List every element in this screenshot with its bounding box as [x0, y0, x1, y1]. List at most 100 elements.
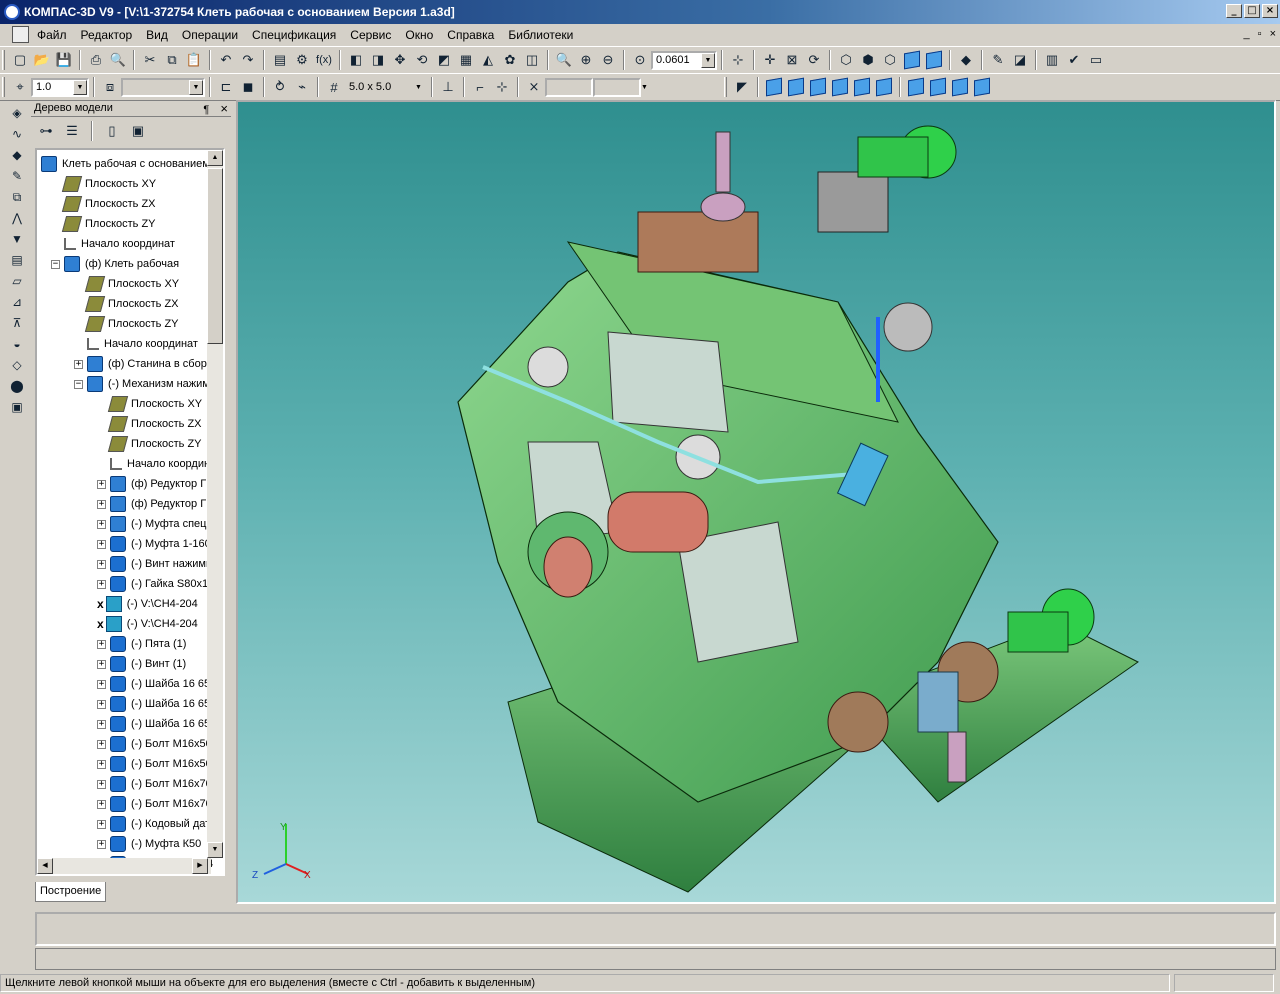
tree-node[interactable]: + (ф) Редуктор ГБ	[97, 474, 213, 494]
properties-panel[interactable]	[35, 912, 1276, 946]
mass-properties-icon[interactable]: ▭	[1086, 50, 1106, 70]
tree-node[interactable]: + (-) Муфта 1-1600	[97, 534, 217, 554]
sheet-metal-icon[interactable]: ▱	[8, 272, 26, 290]
rotate-view-icon[interactable]: ⟳	[804, 50, 824, 70]
tree-node[interactable]: Клеть рабочая с основанием	[41, 154, 210, 174]
component-menu-icon[interactable]: ◫	[522, 50, 542, 70]
zoom-scale-icon[interactable]: ⊙	[630, 50, 650, 70]
specification-icon[interactable]: ▤	[8, 251, 26, 269]
add-component-icon[interactable]: ◧	[346, 50, 366, 70]
chevron-down-icon[interactable]: ▼	[415, 84, 427, 91]
view-dimetric-icon[interactable]	[928, 77, 948, 97]
tree-node[interactable]: + (-) Болт М16х50	[97, 754, 212, 774]
tree-node[interactable]: + (-) Шайба 16 65Г	[97, 674, 216, 694]
document-icon[interactable]	[12, 26, 29, 43]
view-bottom-icon[interactable]	[830, 77, 850, 97]
collapse-icon[interactable]: −	[74, 379, 83, 389]
expand-icon[interactable]: +	[97, 539, 106, 549]
tree-split-icon[interactable]: ▣	[128, 121, 148, 141]
zoom-scale-combo[interactable]: 0.0601 ▼	[651, 50, 717, 70]
new-file-icon[interactable]: ▢	[10, 50, 30, 70]
expand-icon[interactable]: +	[97, 759, 106, 769]
tree-node[interactable]: Начало координат	[74, 334, 198, 354]
expand-icon[interactable]: +	[74, 359, 83, 369]
view-left-icon[interactable]	[852, 77, 872, 97]
coord-x-field[interactable]	[545, 77, 593, 97]
expand-icon[interactable]: +	[97, 819, 106, 829]
grid-icon[interactable]: #	[324, 77, 344, 97]
tree-node[interactable]: Начало координат	[97, 454, 221, 474]
tree-node[interactable]: − (ф) Клеть рабочая	[51, 254, 179, 274]
save-icon[interactable]: 💾	[54, 50, 74, 70]
panel-header[interactable]: Дерево модели ¶ ×	[31, 100, 231, 117]
model-tree[interactable]: +(-) Кожух 100-14+(-) Муфта К50+(-) Кодо…	[35, 148, 225, 876]
print-icon[interactable]: ⎙	[86, 50, 106, 70]
grid-step-value[interactable]: 5.0 x 5.0	[345, 81, 415, 93]
expand-icon[interactable]: +	[97, 579, 106, 589]
tree-node[interactable]: + (-) Шайба 16 65Г	[97, 714, 216, 734]
tree-node[interactable]: + (ф) Станина в сборе	[74, 354, 213, 374]
mate-icon[interactable]: ◩	[434, 50, 454, 70]
view-right-icon[interactable]	[874, 77, 894, 97]
tree-node[interactable]: + (-) Винт нажимной	[97, 554, 223, 574]
manager-icon[interactable]: ▤	[270, 50, 290, 70]
window-titlebar[interactable]: КОМПАС-3D V9 - [V:\1-372754 Клеть рабоча…	[0, 0, 1280, 24]
measure-tools-icon[interactable]: ⋀	[8, 209, 26, 227]
magnet-icon[interactable]: ⌁	[292, 77, 312, 97]
expand-icon[interactable]: +	[97, 499, 106, 509]
expand-icon[interactable]: +	[97, 799, 106, 809]
tree-expand-icon[interactable]: ▯	[102, 121, 122, 141]
tree-node[interactable]: + (-) Болт М16х70	[97, 774, 212, 794]
menu-editor[interactable]: Редактор	[74, 25, 140, 45]
tree-node[interactable]: + (-) Болт М16х70	[97, 794, 212, 814]
tree-node[interactable]: + (-) Кодовый датчик	[97, 814, 223, 834]
sketch-icon[interactable]: ◼	[238, 77, 258, 97]
pin-icon[interactable]: ¶	[203, 104, 209, 116]
perspective-icon[interactable]: ◆	[956, 50, 976, 70]
tree-vertical-scrollbar[interactable]: ▲ ▼	[207, 150, 223, 858]
view-back-icon[interactable]	[786, 77, 806, 97]
chevron-down-icon[interactable]: ▼	[701, 52, 715, 68]
scroll-up-icon[interactable]: ▲	[207, 150, 223, 166]
hidden-lines-icon[interactable]: ⬢	[858, 50, 878, 70]
zoom-out-icon[interactable]: ⊖	[598, 50, 618, 70]
mdi-restore-button[interactable]: ▫	[1258, 28, 1262, 40]
mdi-minimize-button[interactable]: _	[1244, 28, 1250, 40]
orientation-icon[interactable]: ⊹	[728, 50, 748, 70]
extrude-icon[interactable]: ⊿	[8, 293, 26, 311]
copy-icon[interactable]: ⧉	[162, 50, 182, 70]
collapse-icon[interactable]: −	[51, 259, 60, 269]
tree-node[interactable]: + (-) Пята (1)	[97, 634, 186, 654]
expand-icon[interactable]: +	[97, 699, 106, 709]
snap-icon[interactable]: ⥁	[270, 77, 290, 97]
macro-icon[interactable]: ✿	[500, 50, 520, 70]
view-normal-icon[interactable]	[972, 77, 992, 97]
shaded-edges-icon[interactable]	[924, 50, 944, 70]
assembly-editing-icon[interactable]: ◈	[8, 104, 26, 122]
tree-node[interactable]: Плоскость ZY	[74, 314, 179, 334]
tree-node[interactable]: + (-) Винт (1)	[97, 654, 186, 674]
panel-close-icon[interactable]: ×	[220, 101, 228, 116]
edit-component-icon[interactable]: ✎	[988, 50, 1008, 70]
tree-horizontal-scrollbar[interactable]: ◀ ▶	[37, 858, 211, 874]
snap-points-icon[interactable]: ⊹	[492, 77, 512, 97]
layer-combo[interactable]: ▼	[121, 77, 205, 97]
move-component-icon[interactable]: ✥	[390, 50, 410, 70]
scroll-down-icon[interactable]: ▼	[207, 842, 223, 858]
surfaces-icon[interactable]: ◆	[8, 146, 26, 164]
view-iso-icon[interactable]	[906, 77, 926, 97]
tab-construction[interactable]: Построение	[35, 882, 107, 902]
menu-help[interactable]: Справка	[440, 25, 501, 45]
shell-icon[interactable]: ⬤	[8, 377, 26, 395]
tree-node[interactable]: + (-) Шайба 16 65Г	[97, 694, 216, 714]
fx-icon[interactable]: f(x)	[314, 50, 334, 70]
thin-hidden-lines-icon[interactable]: ⬡	[880, 50, 900, 70]
menu-file[interactable]: Файл	[30, 25, 74, 45]
cut-icon[interactable]: ✂	[140, 50, 160, 70]
tree-node[interactable]: − (-) Механизм нажимной	[74, 374, 223, 394]
menu-operations[interactable]: Операции	[175, 25, 245, 45]
scroll-left-icon[interactable]: ◀	[37, 858, 53, 874]
auxiliary-geometry-icon[interactable]: ✎	[8, 167, 26, 185]
model-viewport[interactable]: Y X Z	[236, 100, 1276, 904]
open-folder-icon[interactable]: 📂	[32, 50, 52, 70]
